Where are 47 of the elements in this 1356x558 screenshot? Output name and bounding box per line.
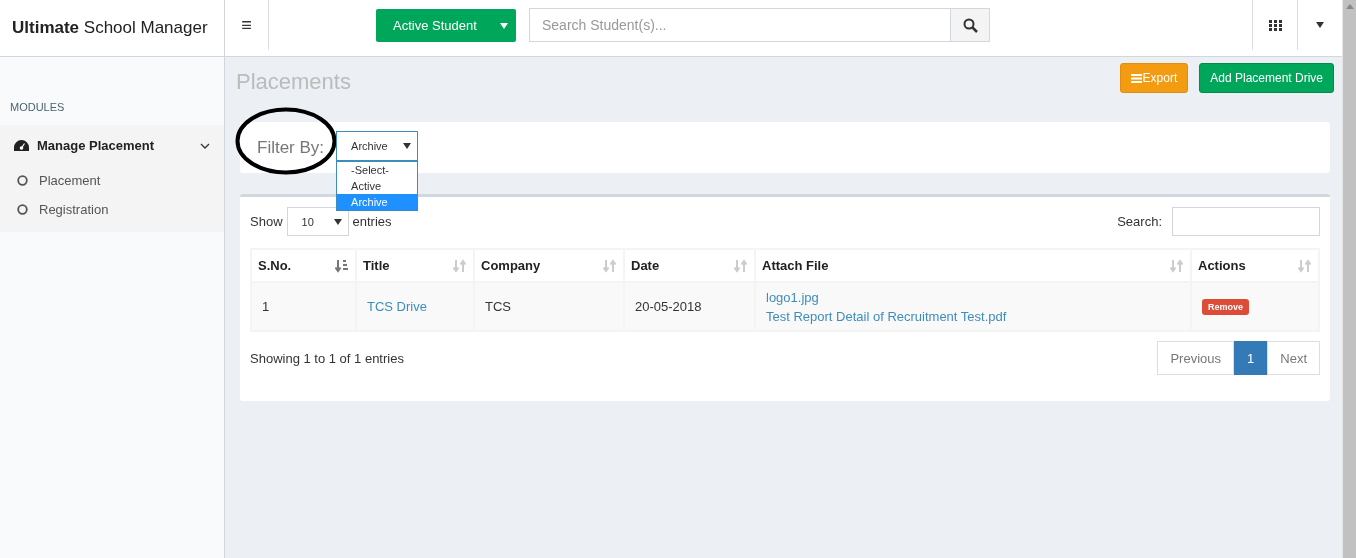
show-label: Show xyxy=(250,214,283,229)
entries-info: Showing 1 to 1 of 1 entries xyxy=(250,350,404,366)
sidebar-subitem[interactable]: Placement xyxy=(0,166,224,195)
column-header[interactable]: Attach File xyxy=(755,249,1191,282)
sort-icon xyxy=(335,258,349,273)
column-header[interactable]: S.No. xyxy=(251,249,356,282)
previous-button[interactable]: Previous xyxy=(1157,341,1235,375)
search-field[interactable]: Search Student(s)... xyxy=(529,8,951,42)
section-heading: MODULES xyxy=(9,101,66,115)
page-button[interactable]: 1 xyxy=(1234,341,1268,375)
circle-icon xyxy=(17,175,28,186)
sort-icon xyxy=(1298,258,1312,273)
column-header[interactable]: Title xyxy=(356,249,474,282)
table-cell: 1 xyxy=(251,282,356,331)
column-header[interactable]: Actions xyxy=(1191,249,1319,282)
table-search-field[interactable] xyxy=(1172,207,1320,236)
sidebar-subitem[interactable]: Registration xyxy=(0,195,224,224)
caret-icon xyxy=(333,218,342,225)
caret-icon xyxy=(403,142,412,149)
search-button[interactable] xyxy=(951,8,990,42)
dashboard-icon xyxy=(14,139,29,152)
search-icon xyxy=(962,17,978,33)
scroll-up-icon xyxy=(1345,4,1354,9)
sort-icon xyxy=(1170,258,1184,273)
file-link[interactable]: logo1.jpg xyxy=(766,287,1180,307)
caret-icon xyxy=(1316,22,1324,28)
caret-icon xyxy=(500,22,508,29)
scrollbar[interactable] xyxy=(1342,0,1356,558)
next-button[interactable]: Next xyxy=(1267,341,1320,375)
search-label: Search: xyxy=(1117,214,1162,229)
sort-icon xyxy=(603,258,617,273)
sort-icon xyxy=(453,258,467,273)
file-link[interactable]: Test Report Detail of Recruitment Test.pdf xyxy=(766,306,1180,326)
page-size-select[interactable]: 10 xyxy=(286,207,349,236)
sidebar-item[interactable]: Manage Placement xyxy=(0,125,224,166)
sort-icon xyxy=(734,258,748,273)
grid-icon xyxy=(1268,19,1282,31)
remove-button[interactable]: Remove xyxy=(1202,299,1249,315)
page-title: Placements xyxy=(236,69,351,95)
circle-icon xyxy=(17,204,28,215)
column-header[interactable]: Company xyxy=(474,249,624,282)
list-icon xyxy=(1130,73,1142,83)
filter-label: Filter By: xyxy=(257,137,325,158)
column-header[interactable]: Date xyxy=(624,249,755,282)
table-cell: TCS xyxy=(474,282,624,331)
entries-label: entries xyxy=(352,214,392,229)
table-cell: 20-05-2018 xyxy=(624,282,755,331)
